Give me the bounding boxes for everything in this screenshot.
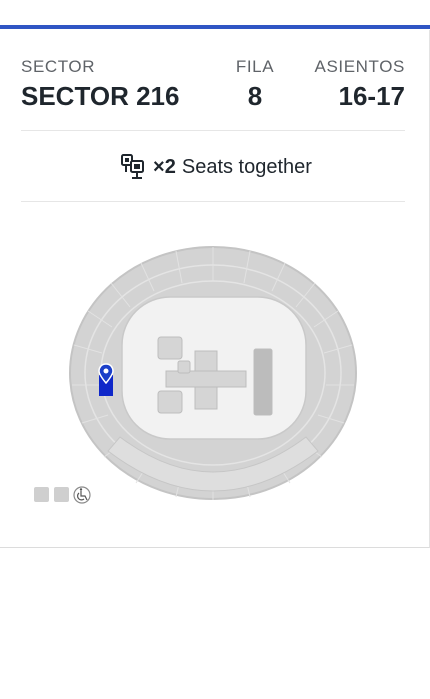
stage-left-mini <box>177 360 191 374</box>
row-value: 8 <box>247 81 263 111</box>
ticket-values: SECTOR 216 8 16-17 <box>21 81 405 113</box>
sector-label: SECTOR <box>21 57 96 76</box>
seats-label: ASIENTOS <box>314 57 405 76</box>
seat-legend-standard-2 <box>54 487 69 502</box>
seats-together-row: ×2 Seats together <box>0 150 430 184</box>
seats-together-label: Seats together <box>181 155 312 178</box>
divider-top <box>21 130 405 131</box>
seats-value: 16-17 <box>338 81 406 111</box>
wheelchair-icon <box>73 486 91 504</box>
stage-crossbar <box>165 370 247 388</box>
divider-bottom <box>21 201 405 202</box>
seat-legend-standard <box>34 487 49 502</box>
seats-together-icon <box>121 154 145 179</box>
row-label: FILA <box>235 57 275 76</box>
stage-left-platform-2 <box>157 390 183 414</box>
seat-quantity: ×2 <box>153 155 176 178</box>
sector-value: SECTOR 216 <box>21 81 180 111</box>
stage-left-platform <box>157 336 183 360</box>
ticket-labels: SECTOR FILA ASIENTOS <box>21 57 405 77</box>
ticket-card: SECTOR FILA ASIENTOS SECTOR 216 8 16-17 … <box>0 0 430 548</box>
accent-bar <box>0 25 430 29</box>
main-stage <box>253 348 273 416</box>
venue-map[interactable] <box>0 225 430 525</box>
